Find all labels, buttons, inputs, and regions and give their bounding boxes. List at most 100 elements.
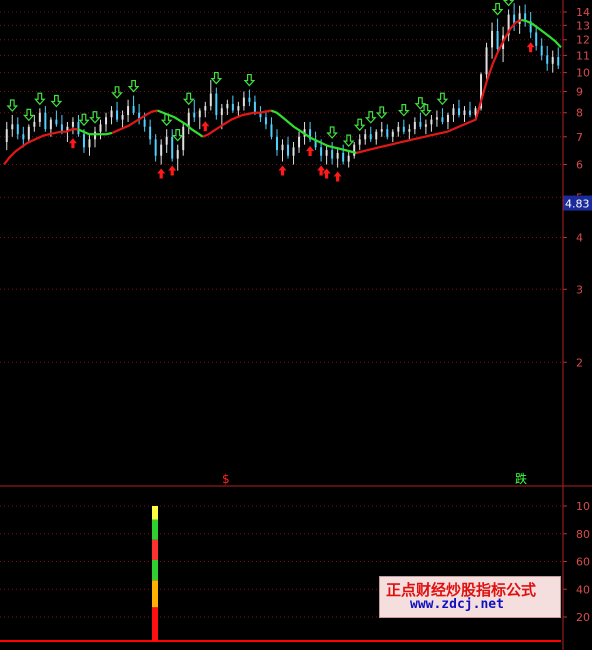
candle-body (380, 129, 383, 132)
price-panel: 1413121110987654324.83$跌 (0, 0, 592, 486)
candle-body (253, 101, 256, 113)
signal-marker: 跌 (515, 471, 527, 486)
candle-body (60, 124, 63, 132)
candle-body (237, 106, 240, 111)
candle-body (535, 32, 538, 46)
sell-arrow-shape (502, 0, 515, 7)
y-tick-label: 2 (576, 356, 583, 369)
sell-arrow-shape (78, 113, 90, 127)
y-tick-label: 80 (576, 528, 590, 541)
candle-body (441, 117, 444, 122)
candle-body (248, 97, 251, 102)
buy-arrow-shape (201, 121, 210, 132)
candle-body (171, 136, 174, 159)
candle-body (198, 110, 201, 118)
sell-arrow-icon (364, 111, 377, 124)
candle-body (127, 106, 130, 115)
sell-arrow-shape (436, 92, 449, 106)
candle-body (369, 134, 372, 140)
sell-arrow-shape (111, 86, 123, 99)
candle-body (27, 126, 30, 140)
sell-arrow-shape (50, 94, 63, 108)
buy-arrow-shape (526, 42, 535, 53)
indicator-bar-segment (152, 519, 158, 540)
candle-body (242, 97, 245, 107)
sell-arrow-icon (436, 92, 449, 106)
candle-body (518, 13, 521, 24)
candle-body (430, 119, 433, 125)
y-tick-label: 4 (576, 231, 583, 244)
candle-body (165, 136, 168, 145)
candle-body (287, 144, 290, 156)
watermark-banner: 正点财经炒股指标公式 www.zdcj.net (379, 576, 561, 618)
current-price-label: 4.83 (565, 198, 590, 211)
indicator-bar-segment (152, 580, 158, 608)
buy-arrow-icon (306, 145, 315, 156)
candle-body (5, 129, 8, 142)
candle-body (132, 106, 135, 113)
buy-arrow-shape (157, 168, 166, 179)
ma-line-segment (520, 18, 562, 49)
y-tick-label: 14 (576, 6, 590, 19)
candle-body (402, 126, 405, 132)
candle-body (215, 93, 218, 115)
candle-body (270, 124, 273, 137)
candle-body (491, 30, 494, 48)
candle-body (281, 144, 284, 151)
sell-arrow-icon (397, 104, 410, 117)
sell-arrow-shape (182, 92, 195, 106)
candle-body (176, 150, 179, 159)
sell-arrow-shape (491, 2, 504, 16)
sell-arrow-icon (375, 106, 388, 119)
candle-body (22, 134, 25, 140)
sell-arrow-shape (243, 73, 256, 87)
candle-body (413, 121, 416, 130)
candle-body (226, 103, 229, 109)
candle-body (33, 121, 36, 127)
candle-body (325, 150, 328, 156)
candle-body (292, 147, 295, 156)
candle-body (38, 112, 41, 122)
candle-body (99, 124, 102, 132)
candle-body (419, 121, 422, 127)
candle-body (435, 117, 438, 120)
sell-arrow-icon (182, 92, 195, 106)
buy-arrow-icon (333, 171, 342, 182)
candle-body (331, 150, 334, 159)
candle-body (469, 110, 472, 115)
signal-marker: $ (222, 472, 230, 486)
y-tick-label: 13 (576, 19, 590, 32)
candle-body (457, 108, 460, 115)
candle-body (353, 144, 356, 156)
candle-body (391, 131, 394, 137)
sell-arrow-icon (111, 86, 123, 99)
candle-body (386, 129, 389, 137)
sell-arrow-shape (6, 99, 19, 112)
indicator-bar-segment (152, 506, 158, 520)
candle-body (44, 112, 47, 130)
candle-body (347, 155, 350, 162)
y-tick-label: 20 (576, 611, 590, 624)
sell-arrow-shape (22, 108, 35, 122)
buy-arrow-shape (306, 145, 315, 156)
sell-arrow-icon (353, 118, 366, 132)
buy-arrow-icon (157, 168, 166, 179)
candle-body (49, 119, 52, 130)
candle-body (298, 136, 301, 148)
candle-body (397, 126, 400, 132)
y-tick-label: 40 (576, 583, 590, 596)
buy-arrow-shape (317, 165, 326, 176)
candle-body (452, 108, 455, 115)
y-tick-label: 6 (576, 159, 583, 172)
candle-body (424, 124, 427, 127)
candle-body (496, 30, 499, 49)
y-tick-label: 12 (576, 34, 590, 47)
sell-arrow-icon (210, 71, 223, 85)
candle-body (375, 131, 378, 140)
sell-arrow-shape (397, 104, 410, 117)
buy-arrow-icon (168, 165, 177, 176)
sell-arrow-icon (491, 2, 504, 16)
candle-body (149, 126, 152, 140)
candle-body (93, 131, 96, 140)
indicator-bar-segment (152, 539, 158, 560)
